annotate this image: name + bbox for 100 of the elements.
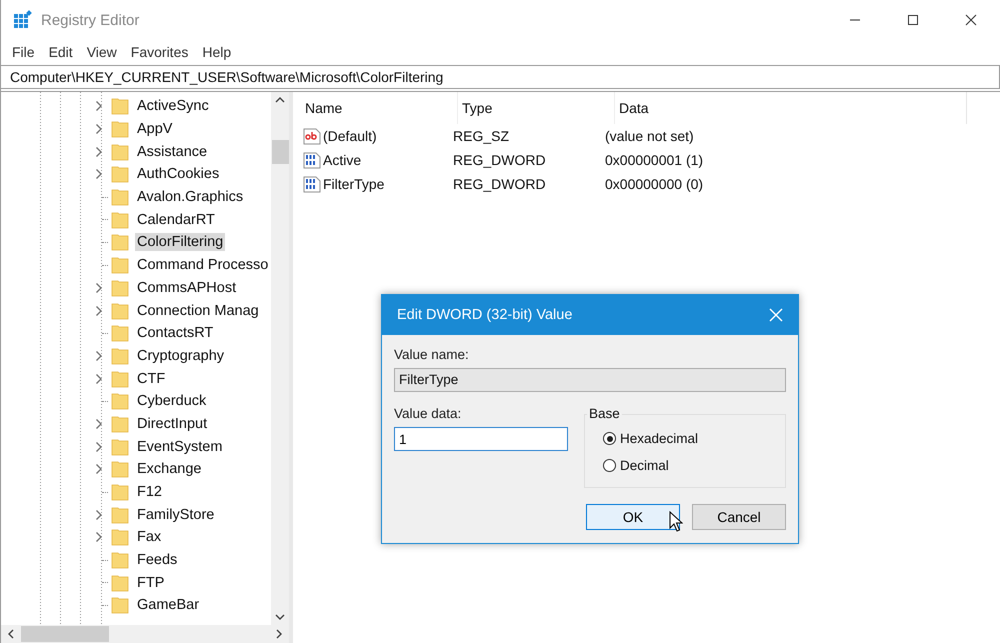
column-header[interactable]: Type xyxy=(458,92,615,124)
tree-item-label[interactable]: Feeds xyxy=(135,551,180,570)
folder-icon xyxy=(111,233,129,252)
menu-item[interactable]: File xyxy=(5,44,42,60)
tree-item-label[interactable]: Exchange xyxy=(135,460,204,478)
scroll-up-icon xyxy=(275,96,285,104)
tree-item-label[interactable]: Cryptography xyxy=(135,346,226,365)
folder-icon xyxy=(111,596,129,614)
folder-icon xyxy=(111,302,129,320)
dialog-button[interactable]: OK xyxy=(586,504,680,530)
tree-item-label[interactable]: CalendarRT xyxy=(135,210,217,229)
tree-item[interactable]: FamilyStore xyxy=(1,503,271,526)
folder-icon xyxy=(111,528,129,546)
table-cell-text: REG_DWORD xyxy=(453,152,547,168)
radio-label[interactable]: Decimal xyxy=(620,458,669,473)
field-label: Value data: xyxy=(394,406,462,421)
tree-item[interactable]: F12 xyxy=(1,480,271,504)
menu-item[interactable]: View xyxy=(80,44,124,60)
table-cell: 0x00000000 (0) xyxy=(605,176,704,192)
tree-item[interactable]: ActiveSync xyxy=(1,95,271,118)
column-header[interactable]: Name xyxy=(301,92,458,124)
column-header[interactable]: Data xyxy=(615,92,966,124)
tree-item[interactable]: ColorFiltering xyxy=(1,231,271,254)
folder-icon xyxy=(111,392,129,410)
folder-icon xyxy=(111,574,129,592)
tree-connector xyxy=(102,196,108,198)
folder-icon xyxy=(111,256,129,274)
folder-icon xyxy=(111,97,129,116)
tree-item-label[interactable]: GameBar xyxy=(135,596,202,614)
tree-connector xyxy=(102,604,108,606)
tree-item[interactable]: ContactsRT xyxy=(1,322,271,345)
binary-value-icon xyxy=(303,175,321,193)
value-data-field[interactable]: 1 xyxy=(394,427,568,451)
radio-button[interactable] xyxy=(603,432,616,445)
tree-item-label[interactable]: ContactsRT xyxy=(135,324,216,342)
address-field[interactable]: Computer\HKEY_CURRENT_USER\Software\Microsoft\ColorFiltering xyxy=(1,65,1000,89)
tree-item[interactable]: Fax xyxy=(1,526,271,549)
tree-connector xyxy=(102,219,108,220)
radio-label[interactable]: Hexadecimal xyxy=(620,431,698,446)
scrollbar-thumb[interactable] xyxy=(272,140,288,164)
tree-item[interactable]: Avalon.Graphics xyxy=(1,186,271,208)
tree-item-label[interactable]: FTP xyxy=(135,574,166,592)
tree-item-label[interactable]: EventSystem xyxy=(135,438,224,456)
tree-item-label[interactable]: Avalon.Graphics xyxy=(135,188,246,206)
chevron-icon xyxy=(95,372,103,385)
menu-item[interactable]: Favorites xyxy=(124,44,196,60)
tree-item-label[interactable]: AppV xyxy=(135,120,174,138)
tree-item[interactable]: Cryptography xyxy=(1,344,271,368)
tree-item-label[interactable]: ActiveSync xyxy=(135,97,211,116)
tree-item[interactable]: Command Processo xyxy=(1,254,271,276)
binary-value-icon xyxy=(303,151,321,169)
tree-item-label[interactable]: CommsAPHost xyxy=(135,278,238,297)
chevron-icon xyxy=(95,123,103,136)
chevron-icon xyxy=(95,350,103,362)
folder-icon xyxy=(111,370,129,388)
table-cell-text: (Default) xyxy=(323,128,378,144)
tree-item[interactable]: Assistance xyxy=(1,140,271,164)
menu-item[interactable]: Help xyxy=(195,44,238,60)
maximize-icon xyxy=(907,14,919,26)
tree-connector xyxy=(102,400,108,402)
tree-item-label[interactable]: FamilyStore xyxy=(135,506,216,524)
folder-icon xyxy=(111,278,129,297)
tree-item[interactable]: EventSystem xyxy=(1,435,271,458)
tree-item-label[interactable]: AuthCookies xyxy=(135,165,222,184)
tree-item[interactable]: FTP xyxy=(1,571,271,594)
tree-item[interactable]: Cyberduck xyxy=(1,390,271,413)
folder-icon xyxy=(111,120,129,138)
tree-item[interactable]: DirectInput xyxy=(1,412,271,436)
tree-connector xyxy=(102,492,108,493)
tree-item[interactable]: CTF xyxy=(1,367,271,390)
tree-item[interactable]: AppV xyxy=(1,118,271,140)
tree-item-label[interactable]: DirectInput xyxy=(135,414,210,433)
vertical-scrollbar[interactable] xyxy=(271,92,289,625)
horizontal-scrollbar[interactable] xyxy=(1,625,289,643)
tree-item[interactable]: Exchange xyxy=(1,458,271,481)
scrollbar-thumb[interactable] xyxy=(21,626,109,642)
menu-item[interactable]: Edit xyxy=(42,44,80,60)
radio-button[interactable] xyxy=(603,459,616,472)
tree-item[interactable]: Connection Manag xyxy=(1,299,271,322)
tree-item-label[interactable]: CTF xyxy=(135,370,168,388)
chevron-icon xyxy=(95,168,103,180)
tree-item[interactable]: AuthCookies xyxy=(1,163,271,186)
tree-item-label[interactable]: Fax xyxy=(135,528,164,546)
tree-item-label[interactable]: Connection Manag xyxy=(135,302,261,320)
folder-icon xyxy=(111,483,129,502)
folder-icon xyxy=(111,324,129,342)
tree-item-label[interactable]: Assistance xyxy=(135,142,210,161)
tree-item[interactable]: GameBar xyxy=(1,594,271,617)
dialog-button[interactable]: Cancel xyxy=(692,504,786,530)
chevron-icon xyxy=(95,418,103,430)
tree-item-label[interactable]: F12 xyxy=(135,483,164,502)
tree-item-label[interactable]: Command Processo xyxy=(135,256,270,274)
folder-icon xyxy=(111,142,129,161)
tree-item-label[interactable]: Cyberduck xyxy=(135,392,208,410)
tree-item[interactable]: CommsAPHost xyxy=(1,276,271,300)
chevron-icon xyxy=(95,531,103,544)
tree-item[interactable]: CalendarRT xyxy=(1,208,271,232)
tree-item[interactable]: Feeds xyxy=(1,548,271,572)
tree-item-label[interactable]: ColorFiltering xyxy=(135,233,226,252)
field-label: Value name: xyxy=(394,347,470,362)
